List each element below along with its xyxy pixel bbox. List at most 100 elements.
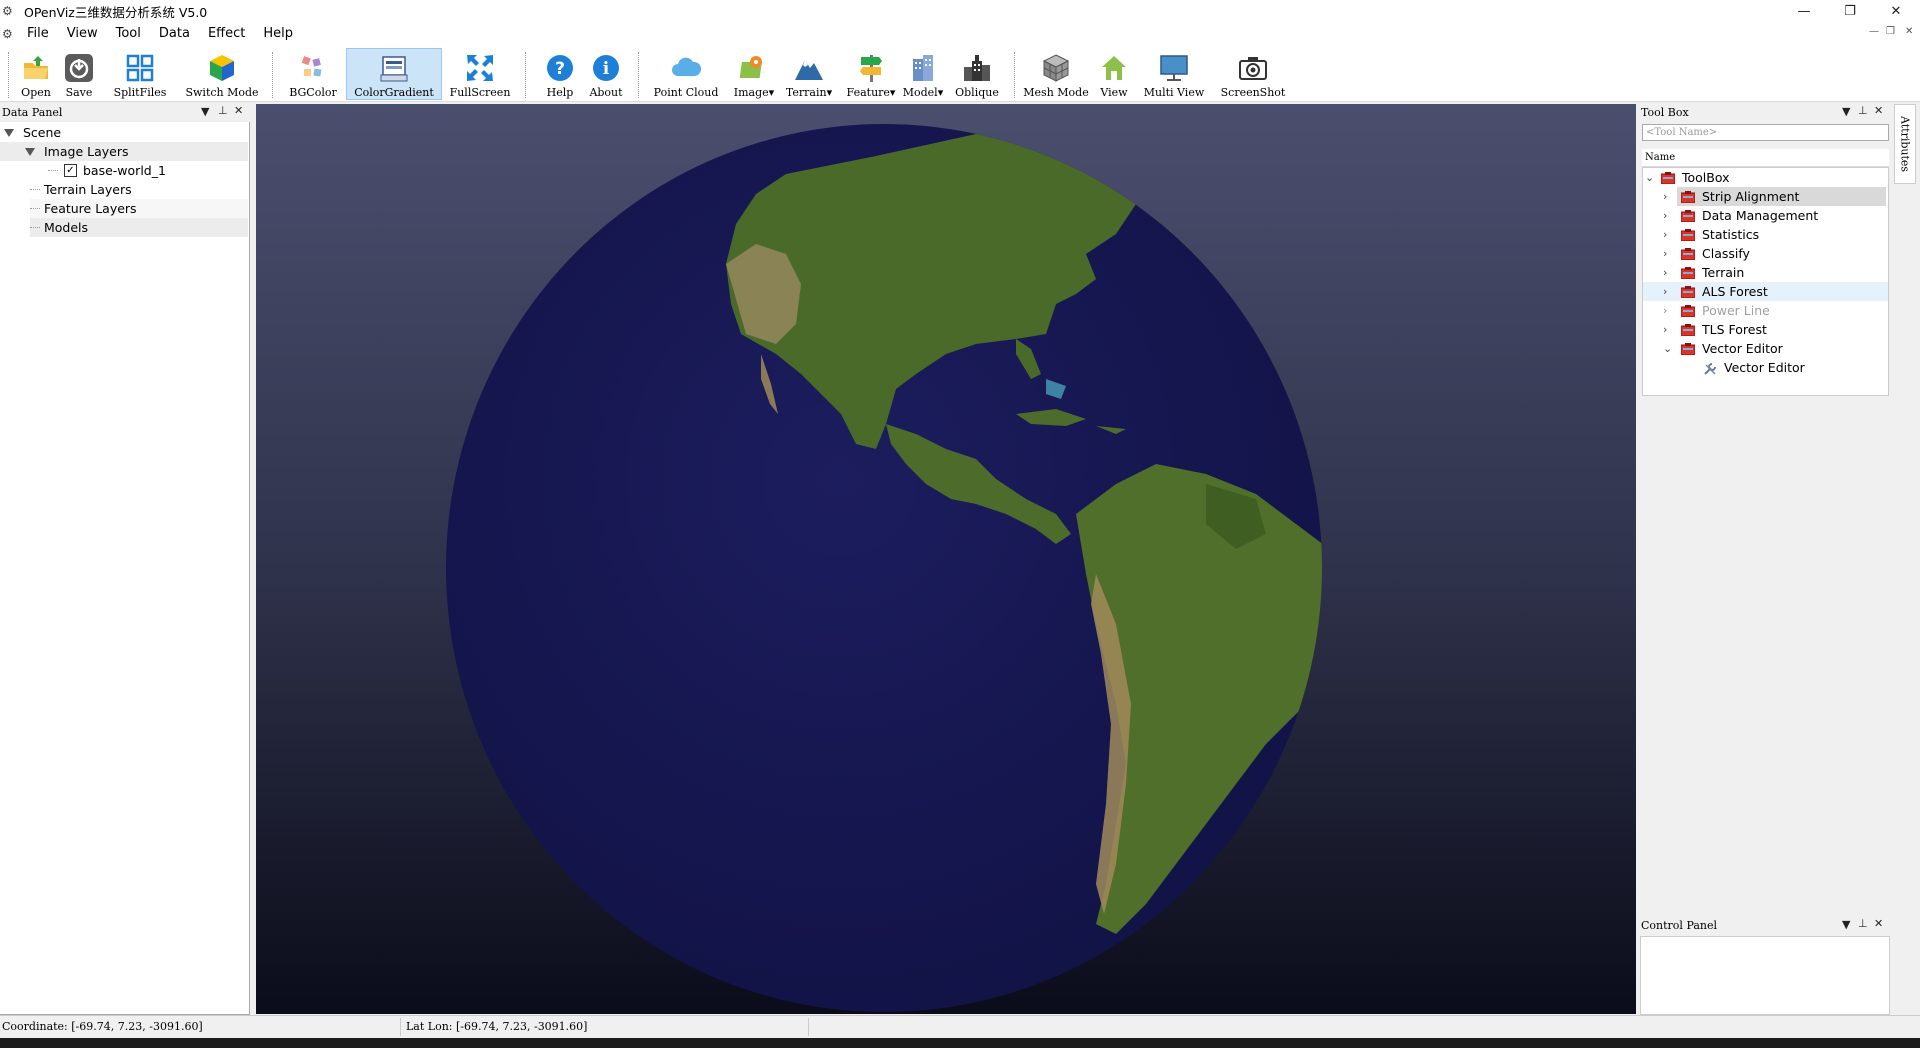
tree-node-image-layers[interactable]: Image Layers bbox=[0, 142, 248, 161]
expand-chevron-icon[interactable]: › bbox=[1663, 304, 1677, 317]
help-button[interactable]: ? Help bbox=[540, 48, 580, 100]
help-icon: ? bbox=[545, 52, 575, 84]
attributes-tab[interactable]: Attributes bbox=[1894, 104, 1916, 184]
open-folder-icon bbox=[21, 52, 51, 84]
tool-item-data-management[interactable]: › Data Management bbox=[1663, 206, 1886, 225]
menu-data[interactable]: Data bbox=[150, 22, 199, 46]
model-button[interactable]: Model▾ bbox=[902, 48, 944, 100]
mdi-restore-button[interactable]: ❐ bbox=[1886, 26, 1895, 37]
tool-item-terrain[interactable]: › Terrain bbox=[1663, 263, 1886, 282]
data-panel-menu-icon[interactable]: ▼ bbox=[201, 105, 209, 118]
svg-text:?: ? bbox=[555, 59, 565, 79]
toolbar-separator bbox=[525, 52, 526, 98]
split-files-button[interactable]: SplitFiles bbox=[108, 48, 172, 100]
building-icon bbox=[908, 52, 938, 84]
tree-node-terrain-layers[interactable]: Terrain Layers bbox=[30, 180, 248, 199]
tool-item-classify[interactable]: › Classify bbox=[1663, 244, 1886, 263]
expand-chevron-icon[interactable]: › bbox=[1663, 285, 1677, 298]
globe-viewport[interactable] bbox=[256, 104, 1636, 1014]
control-panel-close-icon[interactable]: ✕ bbox=[1874, 917, 1883, 930]
mountain-icon bbox=[794, 52, 824, 84]
expand-chevron-icon[interactable]: › bbox=[1663, 190, 1677, 203]
tree-line bbox=[30, 189, 40, 190]
feature-button[interactable]: Feature▾ bbox=[844, 48, 898, 100]
data-panel-close-icon[interactable]: ✕ bbox=[234, 104, 243, 117]
tree-node-base-world[interactable]: ✓ base-world_1 bbox=[48, 161, 248, 180]
switch-mode-button[interactable]: Switch Mode bbox=[185, 48, 259, 100]
fullscreen-icon bbox=[465, 52, 495, 84]
tool-tree-root[interactable]: ⌄ ToolBox bbox=[1645, 168, 1888, 187]
restore-button[interactable]: ❐ bbox=[1827, 0, 1873, 22]
tool-item-tls-forest[interactable]: › TLS Forest bbox=[1663, 320, 1886, 339]
mdi-minimize-button[interactable]: — bbox=[1869, 26, 1879, 37]
menu-help[interactable]: Help bbox=[254, 22, 302, 46]
image-button[interactable]: Image▾ bbox=[732, 48, 776, 100]
minimize-button[interactable]: — bbox=[1781, 0, 1827, 22]
mdi-close-button[interactable]: ✕ bbox=[1905, 26, 1913, 37]
collapse-chevron-icon[interactable]: ⌄ bbox=[1645, 171, 1661, 184]
open-button[interactable]: Open bbox=[18, 48, 54, 100]
menu-effect[interactable]: Effect bbox=[199, 22, 254, 46]
expand-triangle-icon[interactable] bbox=[4, 128, 14, 137]
control-panel-header: Control Panel bbox=[1641, 916, 1889, 934]
close-button[interactable]: ✕ bbox=[1873, 0, 1919, 22]
expand-chevron-icon[interactable]: › bbox=[1663, 209, 1677, 222]
main-toolbar: Open Save SplitFiles Switch Mode BGColor… bbox=[0, 46, 1920, 102]
tool-item-strip-alignment[interactable]: › Strip Alignment bbox=[1663, 187, 1886, 206]
menu-tool[interactable]: Tool bbox=[107, 22, 150, 46]
control-panel-title: Control Panel bbox=[1641, 918, 1718, 932]
layer-visibility-checkbox[interactable]: ✓ bbox=[64, 164, 77, 177]
toolbox-title: Tool Box bbox=[1641, 105, 1689, 119]
tree-node-scene[interactable]: Scene bbox=[4, 123, 248, 142]
tree-line bbox=[30, 208, 40, 209]
toolbox-icon bbox=[1680, 228, 1696, 241]
tool-item-vector-editor[interactable]: ⌄ Vector Editor bbox=[1663, 339, 1886, 358]
data-panel-pin-icon[interactable]: ⊥ bbox=[218, 104, 228, 117]
toolbar-grip bbox=[8, 52, 9, 98]
point-cloud-button[interactable]: Point Cloud bbox=[650, 48, 722, 100]
toolbox-menu-icon[interactable]: ▼ bbox=[1842, 105, 1850, 118]
tool-item-als-forest[interactable]: › ALS Forest bbox=[1643, 282, 1888, 301]
screenshot-button[interactable]: ScreenShot bbox=[1220, 48, 1286, 100]
fullscreen-button[interactable]: FullScreen bbox=[448, 48, 512, 100]
colorgradient-button[interactable]: ColorGradient bbox=[346, 48, 442, 100]
palette-icon bbox=[298, 52, 328, 84]
tree-node-models[interactable]: Models bbox=[30, 218, 248, 237]
bgcolor-button[interactable]: BGColor bbox=[286, 48, 340, 100]
toolbox-pin-icon[interactable]: ⊥ bbox=[1858, 104, 1868, 117]
save-button[interactable]: Save bbox=[62, 48, 96, 100]
tool-item-power-line[interactable]: › Power Line bbox=[1663, 301, 1886, 320]
expand-chevron-icon[interactable]: › bbox=[1663, 247, 1677, 260]
control-panel-pin-icon[interactable]: ⊥ bbox=[1858, 917, 1868, 930]
oblique-button[interactable]: Oblique bbox=[952, 48, 1002, 100]
menu-file[interactable]: File bbox=[18, 22, 58, 46]
mesh-mode-button[interactable]: Mesh Mode bbox=[1023, 48, 1089, 100]
collapse-chevron-icon[interactable]: ⌄ bbox=[1663, 342, 1677, 355]
mdi-app-icon: ⚙ bbox=[2, 27, 13, 41]
menu-view[interactable]: View bbox=[58, 22, 107, 46]
toolbox-icon bbox=[1680, 209, 1696, 222]
expand-triangle-icon[interactable] bbox=[25, 147, 35, 156]
expand-chevron-icon[interactable]: › bbox=[1663, 228, 1677, 241]
toolbox-icon bbox=[1680, 342, 1696, 355]
about-button[interactable]: i About bbox=[586, 48, 626, 100]
toolbox-close-icon[interactable]: ✕ bbox=[1874, 104, 1883, 117]
tool-item-statistics[interactable]: › Statistics bbox=[1663, 225, 1886, 244]
tree-line bbox=[48, 170, 58, 171]
info-icon: i bbox=[591, 52, 621, 84]
multi-view-button[interactable]: Multi View bbox=[1142, 48, 1206, 100]
terrain-button[interactable]: Terrain▾ bbox=[782, 48, 836, 100]
latlon-readout: Lat Lon: [-69.74, 7.23, -3091.60] bbox=[406, 1020, 588, 1033]
tool-search-input[interactable]: <Tool Name> bbox=[1642, 124, 1889, 141]
expand-chevron-icon[interactable]: › bbox=[1663, 323, 1677, 336]
toolbox-column-header[interactable]: Name bbox=[1642, 149, 1889, 167]
window-title: OPenViz三维数据分析系统 V5.0 bbox=[24, 4, 208, 20]
split-files-icon bbox=[125, 52, 155, 84]
tree-node-feature-layers[interactable]: Feature Layers bbox=[30, 199, 248, 218]
toolbox-icon bbox=[1660, 171, 1676, 184]
toolbox-icon bbox=[1680, 190, 1696, 203]
view-button[interactable]: View bbox=[1096, 48, 1132, 100]
expand-chevron-icon[interactable]: › bbox=[1663, 266, 1677, 279]
control-panel-menu-icon[interactable]: ▼ bbox=[1842, 918, 1850, 931]
tool-child-vector-editor[interactable]: Vector Editor bbox=[1703, 358, 1886, 377]
